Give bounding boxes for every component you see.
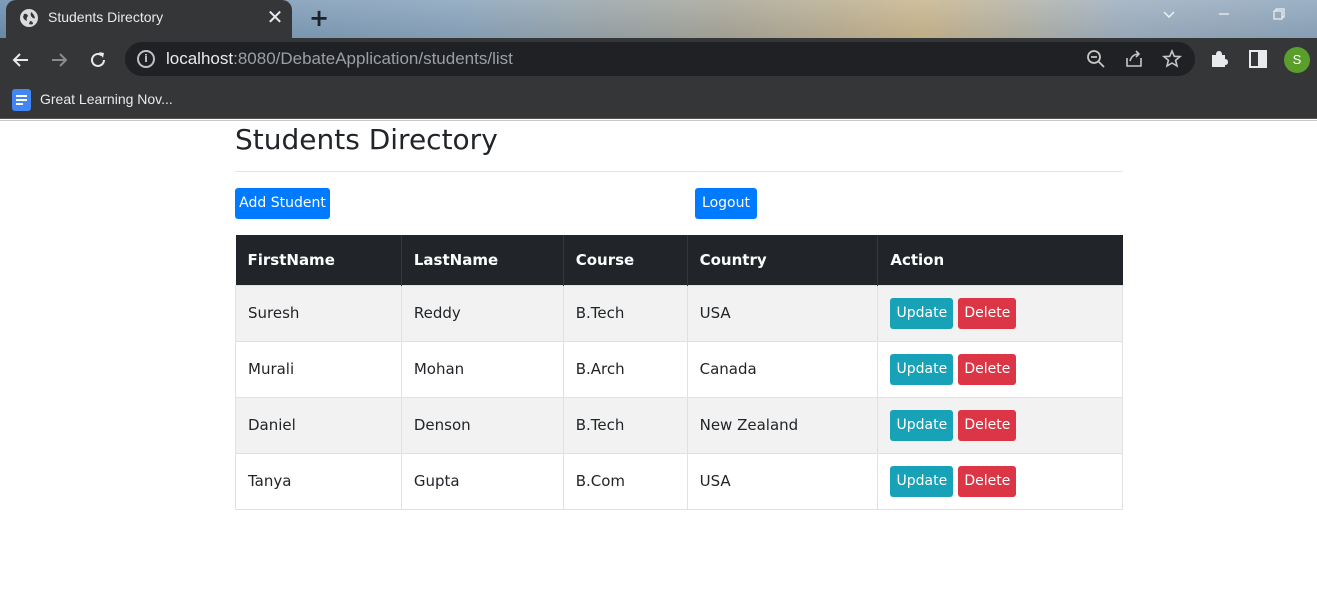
- cell-firstname: Daniel: [235, 396, 402, 454]
- column-header-firstname: FirstName: [235, 235, 402, 285]
- chevron-down-icon[interactable]: [1157, 6, 1181, 26]
- minimize-icon[interactable]: [1212, 6, 1236, 26]
- tab-title: Students Directory: [48, 9, 164, 25]
- zoom-out-icon[interactable]: [1086, 49, 1106, 69]
- add-student-button[interactable]: Add Student: [235, 188, 330, 219]
- delete-button[interactable]: Delete: [958, 353, 1017, 385]
- back-icon[interactable]: [8, 47, 34, 73]
- bookmarks-bar: Great Learning Nov...: [0, 82, 1317, 119]
- column-header-course: Course: [562, 235, 688, 285]
- students-table: FirstName LastName Course Country Action…: [235, 235, 1123, 510]
- cell-lastname: Denson: [400, 396, 564, 454]
- cell-course: B.Arch: [562, 340, 688, 398]
- page-content: Students Directory Add Student Logout Fi…: [0, 120, 1317, 614]
- logout-button[interactable]: Logout: [695, 188, 757, 219]
- delete-button[interactable]: Delete: [958, 409, 1017, 441]
- divider: [235, 171, 1123, 172]
- browser-tab[interactable]: Students Directory ✕: [6, 0, 292, 38]
- cell-country: Canada: [686, 340, 879, 398]
- delete-button[interactable]: Delete: [958, 297, 1017, 329]
- cell-action: Update Delete: [877, 340, 1123, 398]
- bookmark-item[interactable]: Great Learning Nov...: [40, 91, 173, 107]
- info-icon[interactable]: i: [137, 50, 155, 68]
- cell-firstname: Murali: [235, 340, 402, 398]
- cell-action: Update Delete: [877, 396, 1123, 454]
- cell-country: USA: [686, 452, 879, 510]
- cell-firstname: Suresh: [235, 284, 402, 342]
- plus-icon[interactable]: +: [306, 5, 332, 31]
- column-header-lastname: LastName: [400, 235, 564, 285]
- docs-icon: [12, 89, 31, 111]
- restore-icon[interactable]: [1267, 6, 1291, 26]
- sidepanel-icon[interactable]: [1248, 49, 1270, 71]
- update-button[interactable]: Update: [890, 297, 954, 329]
- share-icon[interactable]: [1124, 49, 1144, 69]
- close-icon[interactable]: ✕: [264, 6, 286, 28]
- reload-icon[interactable]: [85, 47, 111, 73]
- update-button[interactable]: Update: [890, 353, 954, 385]
- browser-toolbar: i localhost:8080/DebateApplication/stude…: [0, 38, 1317, 82]
- cell-country: USA: [686, 284, 879, 342]
- cell-course: B.Tech: [562, 284, 688, 342]
- cell-course: B.Com: [562, 452, 688, 510]
- table-header-row: FirstName LastName Course Country Action: [235, 235, 1123, 285]
- cell-country: New Zealand: [686, 396, 879, 454]
- forward-icon[interactable]: [46, 47, 72, 73]
- globe-icon: [20, 9, 38, 27]
- update-button[interactable]: Update: [890, 409, 954, 441]
- cell-lastname: Mohan: [400, 340, 564, 398]
- delete-button[interactable]: Delete: [958, 465, 1017, 497]
- cell-firstname: Tanya: [235, 452, 402, 510]
- address-bar[interactable]: i localhost:8080/DebateApplication/stude…: [125, 42, 1195, 76]
- profile-avatar[interactable]: S: [1284, 47, 1310, 73]
- table-row: Suresh Reddy B.Tech USA Update Delete: [235, 284, 1123, 342]
- table-row: Tanya Gupta B.Com USA Update Delete: [235, 452, 1123, 510]
- column-header-country: Country: [686, 235, 878, 285]
- cell-lastname: Reddy: [400, 284, 564, 342]
- column-header-action: Action: [877, 235, 1123, 285]
- table-row: Murali Mohan B.Arch Canada Update Delete: [235, 340, 1123, 398]
- update-button[interactable]: Update: [890, 465, 954, 497]
- puzzle-icon[interactable]: [1209, 49, 1231, 71]
- cell-action: Update Delete: [877, 284, 1123, 342]
- cell-lastname: Gupta: [400, 452, 564, 510]
- page-title: Students Directory: [235, 123, 498, 156]
- cell-course: B.Tech: [562, 396, 688, 454]
- cell-action: Update Delete: [877, 452, 1123, 510]
- table-row: Daniel Denson B.Tech New Zealand Update …: [235, 396, 1123, 454]
- url-text[interactable]: localhost:8080/DebateApplication/student…: [166, 49, 513, 69]
- star-icon[interactable]: [1161, 48, 1183, 69]
